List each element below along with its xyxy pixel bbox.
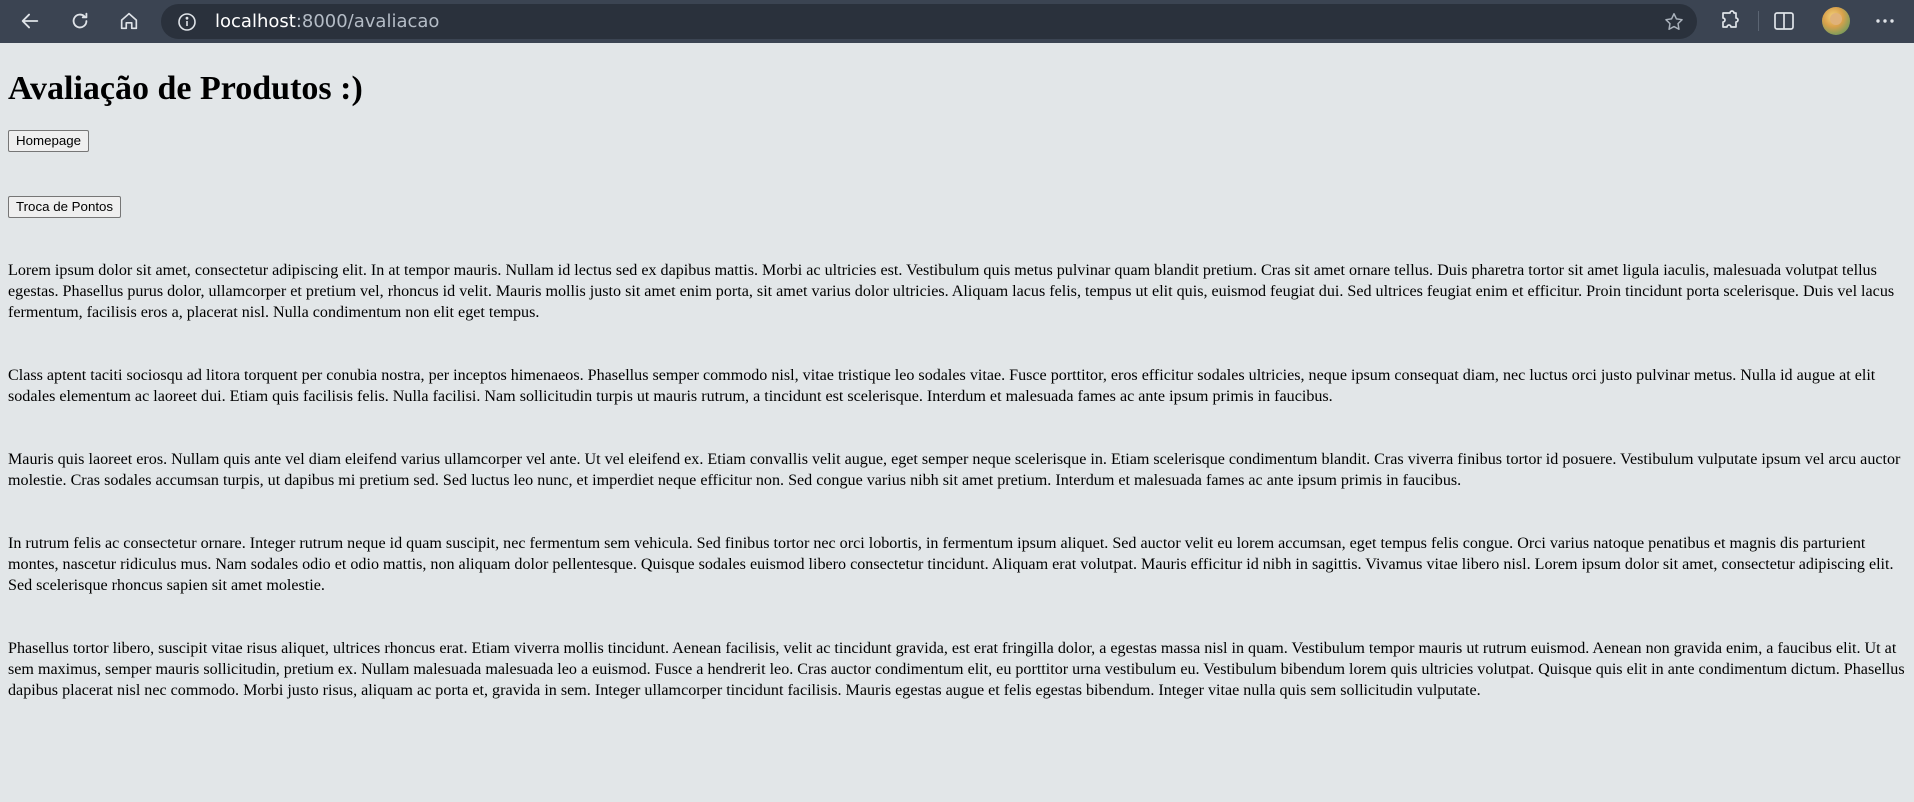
paragraph-4: In rutrum felis ac consectetur ornare. I… [8,535,1894,594]
star-icon[interactable] [1663,11,1685,33]
avatar[interactable] [1822,7,1850,35]
page-content: Avaliação de Produtos :) Homepage Troca … [8,43,1906,701]
troca-de-pontos-button[interactable]: Troca de Pontos [8,196,122,218]
paragraph-1: Lorem ipsum dolor sit amet, consectetur … [8,262,1895,321]
puzzle-icon[interactable] [1718,9,1742,33]
url-host: localhost [215,11,296,32]
back-button[interactable] [14,5,46,37]
paragraph-2: Class aptent taciti sociosqu ad litora t… [8,367,1876,405]
more-icon[interactable] [1873,9,1897,33]
paragraph-5: Phasellus tortor libero, suscipit vitae … [8,640,1905,699]
homepage-button[interactable]: Homepage [8,130,90,152]
browser-toolbar: localhost:8000/avaliacao [0,0,1914,43]
info-icon[interactable] [177,12,197,32]
split-screen-icon[interactable] [1772,9,1796,33]
page-title: Avaliação de Produtos :) [8,70,363,107]
paragraph-3: Mauris quis laoreet eros. Nullam quis an… [8,451,1901,489]
url-text[interactable]: localhost:8000/avaliacao [215,11,439,33]
reload-button[interactable] [64,5,96,37]
reload-icon [72,12,88,29]
home-button[interactable] [113,5,145,37]
address-bar[interactable]: localhost:8000/avaliacao [161,4,1697,39]
url-path: :8000/avaliacao [295,11,440,32]
back-arrow-icon [21,13,39,29]
home-icon [120,12,138,30]
toolbar-divider [1758,11,1759,31]
